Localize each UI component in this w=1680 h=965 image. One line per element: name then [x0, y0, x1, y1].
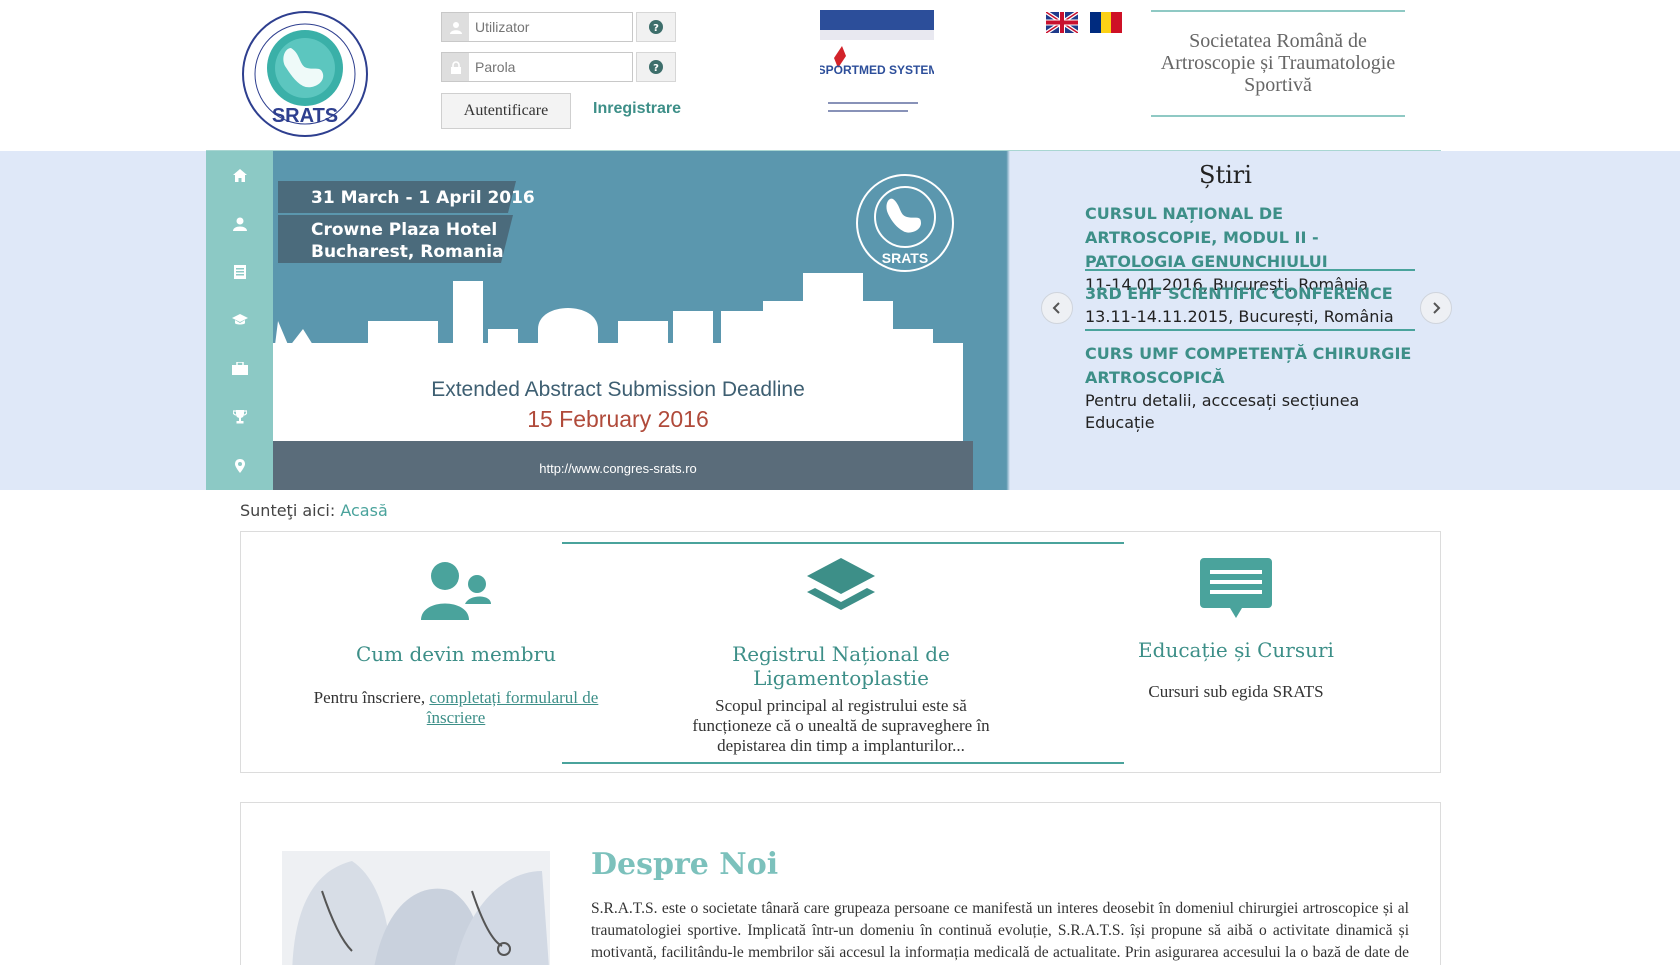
- nav-documents[interactable]: [206, 248, 273, 296]
- feature-title[interactable]: Cum devin membru: [301, 642, 611, 666]
- feature-title[interactable]: Registrul Național de Ligamentoplastie: [656, 642, 1026, 690]
- feature-description: Scopul principal al registrului este să …: [692, 696, 990, 755]
- sponsor-banner[interactable]: SPORTMED SYSTEMS: [820, 10, 934, 122]
- svg-text:Bucharest, Romania: Bucharest, Romania: [311, 242, 504, 262]
- password-input[interactable]: [469, 53, 632, 81]
- nav-home[interactable]: [206, 151, 273, 199]
- membership-form-link[interactable]: completați formularul de înscriere: [427, 688, 599, 727]
- nav-location[interactable]: [206, 441, 273, 489]
- feature-divider-bottom: [562, 762, 1124, 764]
- breadcrumb-home-link[interactable]: Acasă: [340, 501, 387, 520]
- news-item-title[interactable]: CURSUL NAȚIONAL DE ARTROSCOPIE, MODUL II…: [1085, 202, 1415, 274]
- about-title: Despre Noi: [591, 847, 779, 882]
- feature-title[interactable]: Educație și Cursuri: [1071, 638, 1401, 662]
- comment-icon: [1200, 558, 1272, 618]
- news-item-detail: 13.11-14.11.2015, București, România: [1085, 307, 1394, 326]
- document-icon: [233, 264, 246, 279]
- trophy-icon: [232, 410, 247, 424]
- side-navigation: [206, 151, 273, 490]
- news-item[interactable]: CURS UMF COMPETENȚĂ CHIRURGIE ARTROSCOPI…: [1085, 342, 1415, 432]
- password-help-button[interactable]: ?: [636, 52, 676, 82]
- nav-education[interactable]: [206, 296, 273, 344]
- username-input[interactable]: [469, 13, 632, 41]
- svg-text:SRATS: SRATS: [882, 250, 928, 266]
- society-name: Societatea Română de Artroscopie și Trau…: [1151, 10, 1405, 117]
- feature-membership[interactable]: Cum devin membru Pentru înscriere, compl…: [301, 558, 611, 728]
- breadcrumb: Sunteţi aici: Acasă: [240, 501, 388, 520]
- feature-education[interactable]: Educație și Cursuri Cursuri sub egida SR…: [1071, 558, 1401, 702]
- question-icon: ?: [649, 60, 663, 74]
- home-icon: [232, 168, 247, 182]
- svg-text:31 March - 1 April 2016: 31 March - 1 April 2016: [311, 188, 535, 208]
- nav-briefcase[interactable]: [206, 345, 273, 393]
- nav-user[interactable]: [206, 199, 273, 247]
- news-item[interactable]: CURSUL NAȚIONAL DE ARTROSCOPIE, MODUL II…: [1085, 202, 1415, 294]
- chevron-left-icon: [1052, 302, 1060, 314]
- breadcrumb-label: Sunteţi aici:: [240, 501, 336, 520]
- login-form: ? ?: [441, 12, 676, 92]
- svg-text:SRATS: SRATS: [272, 105, 338, 127]
- users-icon: [421, 562, 491, 620]
- srats-logo[interactable]: SRATS: [241, 10, 369, 138]
- news-item-detail: Pentru detalii, acccesați secțiunea Educ…: [1085, 391, 1360, 432]
- svg-text:15 February 2016: 15 February 2016: [527, 406, 709, 432]
- hero-banner[interactable]: 31 March - 1 April 2016 Crowne Plaza Hot…: [273, 151, 1010, 490]
- username-help-button[interactable]: ?: [636, 12, 676, 42]
- header: SRATS ?: [0, 0, 1680, 150]
- register-link[interactable]: Inregistrare: [593, 100, 681, 118]
- news-item-title[interactable]: 3RD EHF SCIENTIFIC CONFERENCE: [1085, 282, 1415, 306]
- news-panel: Știri CURSUL NAȚIONAL DE ARTROSCOPIE, MO…: [1010, 151, 1452, 490]
- svg-text:Crowne Plaza Hotel: Crowne Plaza Hotel: [311, 220, 497, 240]
- graduation-icon: [231, 314, 248, 325]
- feature-divider-top: [562, 542, 1124, 544]
- login-button[interactable]: Autentificare: [441, 93, 571, 129]
- map-marker-icon: [234, 458, 245, 473]
- about-text: S.R.A.T.S. este o societate tânară care …: [591, 900, 1409, 961]
- svg-text:?: ?: [653, 63, 659, 74]
- news-title: Știri: [1199, 161, 1252, 189]
- user-icon: [442, 13, 469, 41]
- lock-icon: [442, 53, 469, 81]
- nav-awards[interactable]: [206, 393, 273, 441]
- news-item-title[interactable]: CURS UMF COMPETENȚĂ CHIRURGIE ARTROSCOPI…: [1085, 342, 1415, 390]
- feature-description: Cursuri sub egida SRATS: [1148, 682, 1324, 701]
- news-next-button[interactable]: [1420, 292, 1452, 324]
- page: SRATS ?: [0, 0, 1680, 965]
- svg-text:http://www.congres-srats.ro: http://www.congres-srats.ro: [539, 461, 697, 476]
- chevron-right-icon: [1433, 302, 1441, 314]
- romanian-flag-icon[interactable]: [1090, 12, 1122, 33]
- user-icon: [232, 217, 247, 231]
- about-section: Despre Noi S.R.A.T.S. este o societate t…: [240, 802, 1441, 965]
- username-field-wrap: [441, 12, 633, 42]
- news-prev-button[interactable]: [1041, 292, 1073, 324]
- question-icon: ?: [649, 20, 663, 34]
- layers-icon: [807, 558, 875, 610]
- features-panel: Cum devin membru Pentru înscriere, compl…: [240, 531, 1441, 773]
- svg-text:Extended Abstract Submission D: Extended Abstract Submission Deadline: [431, 378, 805, 401]
- news-item[interactable]: 3RD EHF SCIENTIFIC CONFERENCE 13.11-14.1…: [1085, 282, 1415, 331]
- doctors-photo: [282, 851, 550, 965]
- feature-registry[interactable]: Registrul Național de Ligamentoplastie S…: [656, 558, 1026, 756]
- svg-text:?: ?: [653, 23, 659, 34]
- briefcase-icon: [231, 362, 248, 376]
- password-field-wrap: [441, 52, 633, 82]
- english-flag-icon[interactable]: [1046, 12, 1078, 33]
- feature-description: Pentru înscriere, completați formularul …: [313, 688, 599, 727]
- svg-text:SPORTMED SYSTEMS: SPORTMED SYSTEMS: [820, 63, 934, 77]
